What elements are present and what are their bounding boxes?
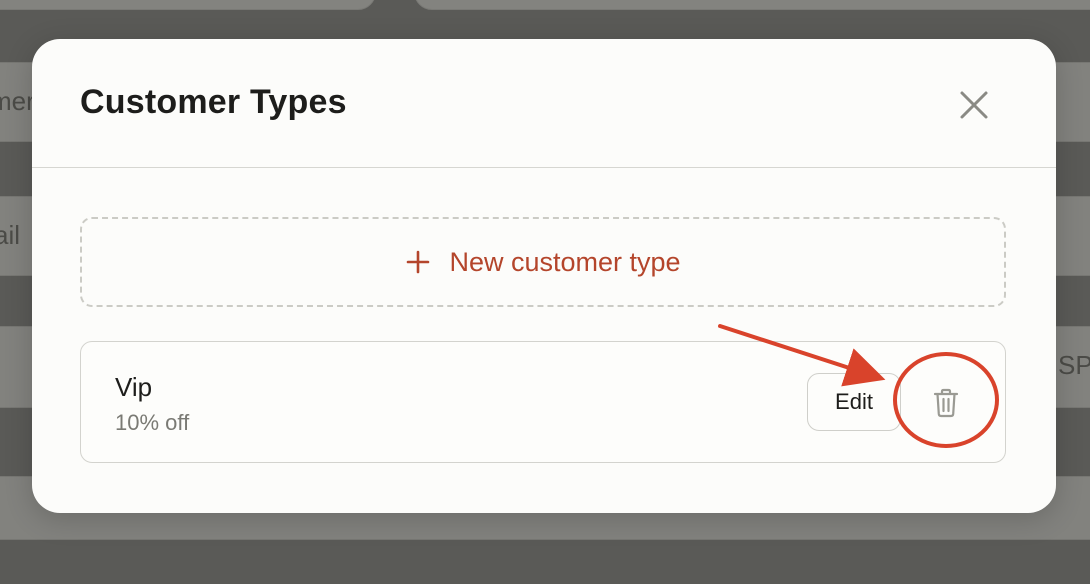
customer-type-name: Vip (115, 372, 153, 402)
app-page: mer ail SP Customer Types New customer t… (0, 0, 1090, 584)
new-customer-type-label: New customer type (449, 246, 681, 277)
delete-button[interactable] (921, 380, 971, 426)
new-customer-type-button[interactable]: New customer type (80, 217, 1006, 307)
trash-icon (933, 388, 959, 418)
modal-header: Customer Types (32, 39, 1056, 168)
modal-title: Customer Types (80, 83, 347, 121)
customer-types-modal: Customer Types New customer type Vip 10%… (32, 39, 1056, 513)
close-button[interactable] (952, 83, 996, 127)
edit-button[interactable]: Edit (807, 373, 901, 431)
customer-type-discount: 10% off (115, 410, 190, 435)
close-icon (960, 91, 988, 119)
plus-icon (405, 249, 431, 275)
customer-type-item: Vip 10% off Edit (80, 341, 1006, 463)
